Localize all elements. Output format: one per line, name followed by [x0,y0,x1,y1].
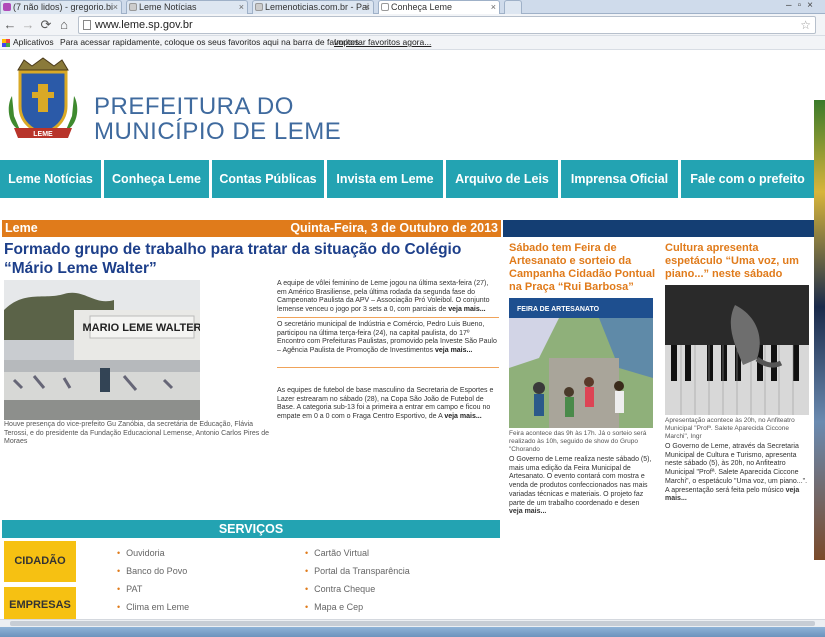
tab-strip: (7 não lidos) - gregorio.bi × Leme Notíc… [0,0,825,14]
service-link[interactable]: Clima em Leme [117,602,189,613]
mail-icon [3,3,11,11]
feira-photo[interactable]: FEIRA DE ARTESANATO [509,298,653,428]
main-navigation: Leme Notícias Conheça Leme Contas Públic… [0,160,814,198]
service-link[interactable]: Banco do Povo [117,566,187,577]
title-line-1: PREFEITURA DO [94,93,294,120]
side-decoration-image [814,100,825,560]
service-link[interactable]: Contra Cheque [305,584,375,595]
bookmarks-hint: Para acessar rapidamente, coloque os seu… [60,37,362,47]
nav-fale-com-o-prefeito[interactable]: Fale com o prefeito [681,160,814,198]
school-sign-text: MARIO LEME WALTER [83,322,200,334]
back-icon[interactable]: ← [2,17,18,33]
services-header: SERVIÇOS [2,520,500,538]
tab-label: Conheça Leme [391,2,453,12]
feira-body-text: O Governo de Leme realiza neste sábado (… [509,456,652,507]
browser-tab[interactable]: Leme Notícias × [126,0,248,14]
news-city: Leme [5,221,38,235]
browser-toolbar: ← → ⟳ ⌂ www.leme.sp.gov.br ☆ [0,14,825,36]
window-controls[interactable]: –▫× [786,0,819,11]
service-link[interactable]: Cartão Virtual [305,548,369,559]
brief-divider [277,367,499,368]
browser-tab[interactable]: Lemenoticias.com.br - Pai × [252,0,374,14]
page-icon [83,20,91,30]
read-more-link[interactable]: veja mais... [509,508,546,515]
scrollbar-thumb[interactable] [10,621,815,626]
nav-arquivo-de-leis[interactable]: Arquivo de Leis [446,160,558,198]
piano-photo-caption: Apresentação acontece às 20h, no Anfitea… [665,417,795,440]
service-link[interactable]: PAT [117,584,142,595]
logo-text: LEME [33,131,53,138]
news-side-bar [503,220,814,237]
apps-link[interactable]: Aplicativos [13,36,54,49]
close-icon[interactable]: × [491,1,496,13]
browser-tab[interactable]: (7 não lidos) - gregorio.bi × [0,0,122,14]
service-box-empresas[interactable]: EMPRESAS [4,587,76,619]
url-text: www.leme.sp.gov.br [95,19,193,31]
feature-title-cultura[interactable]: Cultura apresenta espetáculo “Uma voz, u… [665,242,813,281]
photo-caption: Houve presença do vice-prefeito Gu Zanób… [4,421,269,445]
nav-conheca-leme[interactable]: Conheça Leme [104,160,209,198]
address-bar[interactable]: www.leme.sp.gov.br ☆ [78,16,816,34]
main-headline[interactable]: Formado grupo de trabalho para tratar da… [4,240,499,278]
os-taskbar [0,627,825,637]
school-photo[interactable]: MARIO LEME WALTER [4,280,200,420]
tab-label: (7 não lidos) - gregorio.bi [13,2,114,12]
service-link[interactable]: Ouvidoria [117,548,165,559]
news-brief: A equipe de vôlei feminino de Leme jogou… [277,280,499,315]
tab-label: Lemenoticias.com.br - Pai [265,2,370,12]
site-title[interactable]: PREFEITURA DO MUNICÍPIO DE LEME [94,94,341,144]
read-more-link[interactable]: veja mais... [448,306,485,313]
news-header-bar: Leme Quinta-Feira, 3 de Outubro de 2013 [2,220,501,237]
apps-icon[interactable] [2,39,10,47]
page-icon [381,3,389,11]
brief-divider [277,317,499,318]
feira-body: O Governo de Leme realiza neste sábado (… [509,456,653,517]
home-icon[interactable]: ⌂ [56,17,72,33]
coat-of-arms-logo[interactable]: LEME [4,56,82,142]
service-link[interactable]: Portal da Transparência [305,566,410,577]
nav-invista-em-leme[interactable]: Invista em Leme [327,160,443,198]
feira-photo-caption: Feira acontece das 9h às 17h. Já o sorte… [509,430,647,453]
service-link[interactable]: Mapa e Cep [305,602,363,613]
service-box-cidadao[interactable]: CIDADÃO [4,541,76,582]
page-icon [129,3,137,11]
close-icon[interactable]: × [239,1,244,13]
read-more-link[interactable]: veja mais... [444,413,481,420]
close-icon[interactable]: × [113,1,118,13]
browser-tab-active[interactable]: Conheça Leme × [378,0,500,14]
feira-banner-text: FEIRA DE ARTESANATO [517,306,600,313]
import-bookmarks-link[interactable]: Importar favoritos agora... [334,36,431,49]
close-icon[interactable]: × [365,1,370,13]
star-icon[interactable]: ☆ [800,17,811,33]
feature-title-artesanato[interactable]: Sábado tem Feira de Artesanato e sorteio… [509,242,657,294]
tab-label: Leme Notícias [139,2,197,12]
title-line-2: MUNICÍPIO DE LEME [94,118,342,145]
nav-imprensa-oficial[interactable]: Imprensa Oficial [561,160,678,198]
read-more-link[interactable]: veja mais... [435,347,472,354]
bookmarks-bar: Aplicativos Para acessar rapidamente, co… [0,36,825,50]
news-brief: As equipes de futebol de base masculino … [277,387,499,422]
page-icon [255,3,263,11]
horizontal-scrollbar[interactable] [0,619,825,627]
news-brief: O secretário municipal de Indústria e Co… [277,321,499,356]
new-tab-button[interactable] [504,0,522,14]
nav-contas-publicas[interactable]: Contas Públicas [212,160,324,198]
cultura-body: O Governo de Leme, através da Secretaria… [665,443,811,504]
reload-icon[interactable]: ⟳ [38,17,54,33]
news-date: Quinta-Feira, 3 de Outubro de 2013 [290,221,498,235]
forward-icon[interactable]: → [20,17,36,33]
piano-photo[interactable] [665,285,809,415]
nav-leme-noticias[interactable]: Leme Notícias [0,160,101,198]
